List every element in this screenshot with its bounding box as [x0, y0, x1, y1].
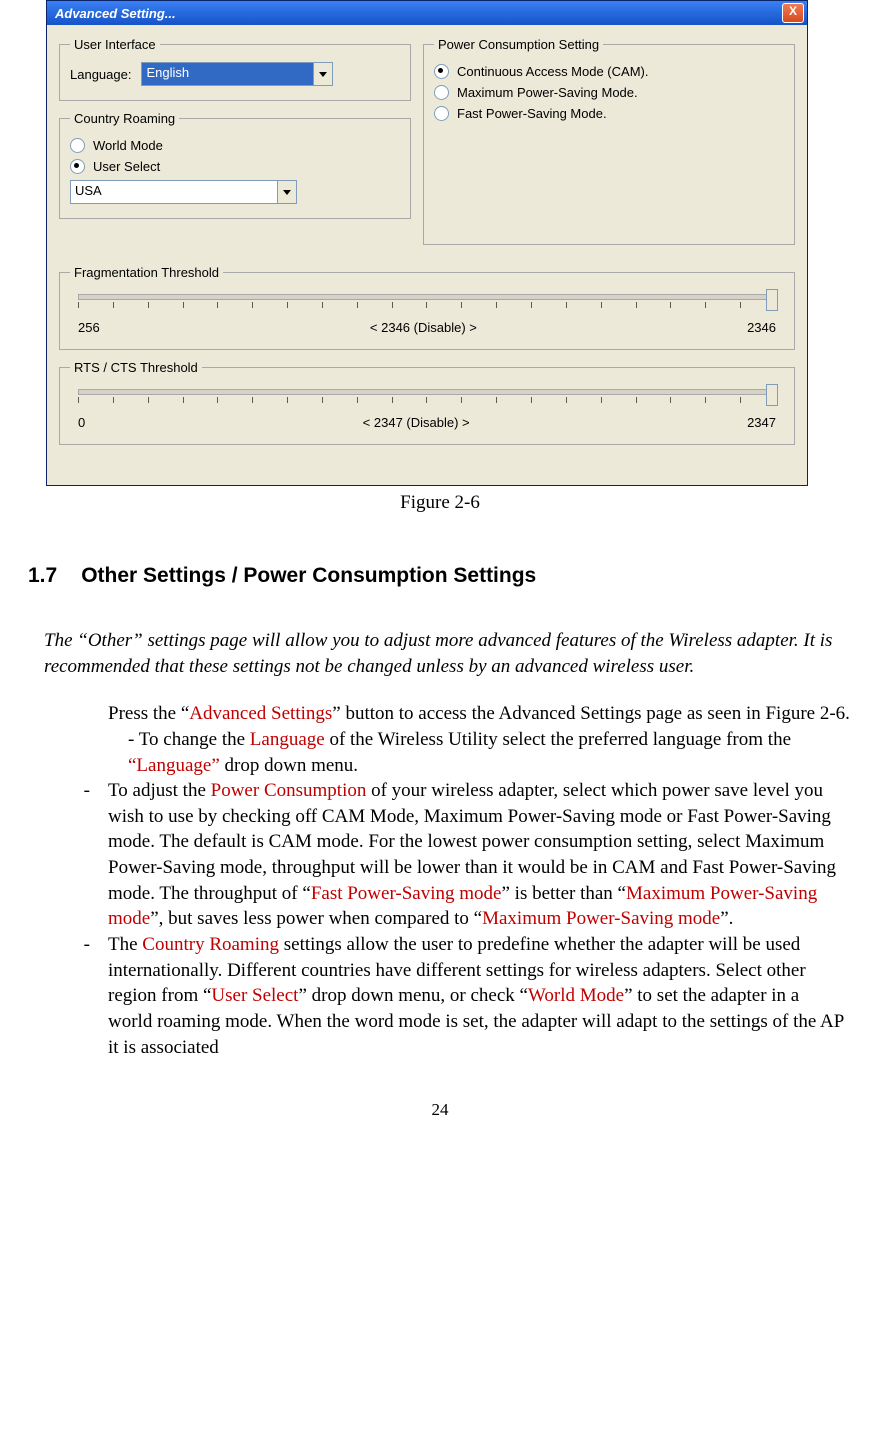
section-title: Other Settings / Power Consumption Setti…: [81, 564, 536, 588]
radio-icon[interactable]: [434, 106, 449, 121]
section-heading: 1.7 Other Settings / Power Consumption S…: [28, 564, 852, 588]
fast-label: Fast Power-Saving Mode.: [457, 106, 607, 121]
close-icon[interactable]: X: [782, 3, 804, 23]
sub-bullet-language: - To change the Language of the Wireless…: [128, 727, 852, 778]
fragmentation-min: 256: [78, 320, 100, 335]
bullet-country-roaming: - The Country Roaming settings allow the…: [28, 932, 852, 1060]
user-select-radio-row[interactable]: User Select: [70, 159, 400, 174]
user-select-label: User Select: [93, 159, 160, 174]
rts-min: 0: [78, 415, 85, 430]
power-consumption-group: Power Consumption Setting Continuous Acc…: [423, 37, 795, 245]
radio-icon[interactable]: [434, 85, 449, 100]
instruction-paragraph: Press the “Advanced Settings” button to …: [108, 701, 852, 727]
country-value: USA: [71, 181, 277, 203]
cam-radio-row[interactable]: Continuous Access Mode (CAM).: [434, 64, 784, 79]
fragmentation-legend: Fragmentation Threshold: [70, 265, 223, 280]
language-value: English: [142, 63, 313, 85]
country-roaming-group: Country Roaming World Mode User Select U…: [59, 111, 411, 219]
bullet-power-consumption: - To adjust the Power Consumption of you…: [28, 778, 852, 932]
world-mode-radio-row[interactable]: World Mode: [70, 138, 400, 153]
red-text: World Mode: [528, 985, 624, 1006]
dialog-title: Advanced Setting...: [55, 6, 176, 21]
rts-value: < 2347 (Disable) >: [85, 415, 747, 430]
radio-icon[interactable]: [70, 138, 85, 153]
figure-caption: Figure 2-6: [28, 492, 852, 514]
rts-max: 2347: [747, 415, 776, 430]
chevron-down-icon[interactable]: [313, 63, 332, 85]
red-text: Advanced Settings: [189, 703, 332, 724]
red-text: User Select: [211, 985, 298, 1006]
red-text: “Language”: [128, 755, 220, 776]
dialog-client-area: User Interface Language: English Country…: [47, 25, 807, 485]
slider-thumb[interactable]: [766, 384, 778, 406]
user-interface-legend: User Interface: [70, 37, 160, 52]
radio-icon[interactable]: [434, 64, 449, 79]
chevron-down-icon[interactable]: [277, 181, 296, 203]
user-interface-group: User Interface Language: English: [59, 37, 411, 101]
rts-cts-threshold-group: RTS / CTS Threshold 0 < 2347 (Disable) >…: [59, 360, 795, 445]
country-roaming-legend: Country Roaming: [70, 111, 179, 126]
red-text: Country Roaming: [142, 934, 279, 955]
max-label: Maximum Power-Saving Mode.: [457, 85, 638, 100]
language-combo[interactable]: English: [141, 62, 333, 86]
red-text: Maximum Power-Saving mode: [482, 908, 720, 929]
red-text: Fast Power-Saving mode: [311, 883, 502, 904]
cam-label: Continuous Access Mode (CAM).: [457, 64, 648, 79]
red-text: Language: [250, 729, 325, 750]
fast-radio-row[interactable]: Fast Power-Saving Mode.: [434, 106, 784, 121]
fragmentation-threshold-group: Fragmentation Threshold 256 < 2346 (Disa…: [59, 265, 795, 350]
rts-legend: RTS / CTS Threshold: [70, 360, 202, 375]
rts-slider[interactable]: [78, 385, 776, 411]
slider-thumb[interactable]: [766, 289, 778, 311]
red-text: Power Consumption: [211, 780, 367, 801]
section-number: 1.7: [28, 564, 57, 588]
power-consumption-legend: Power Consumption Setting: [434, 37, 603, 52]
max-radio-row[interactable]: Maximum Power-Saving Mode.: [434, 85, 784, 100]
country-combo[interactable]: USA: [70, 180, 297, 204]
dialog-title-bar: Advanced Setting... X: [47, 1, 807, 25]
fragmentation-value: < 2346 (Disable) >: [100, 320, 747, 335]
fragmentation-slider[interactable]: [78, 290, 776, 316]
radio-icon[interactable]: [70, 159, 85, 174]
language-label: Language:: [70, 67, 131, 82]
fragmentation-max: 2346: [747, 320, 776, 335]
world-mode-label: World Mode: [93, 138, 163, 153]
advanced-setting-dialog-screenshot: Advanced Setting... X User Interface Lan…: [46, 0, 808, 486]
page-number: 24: [28, 1100, 852, 1120]
intro-paragraph: The “Other” settings page will allow you…: [44, 628, 852, 679]
